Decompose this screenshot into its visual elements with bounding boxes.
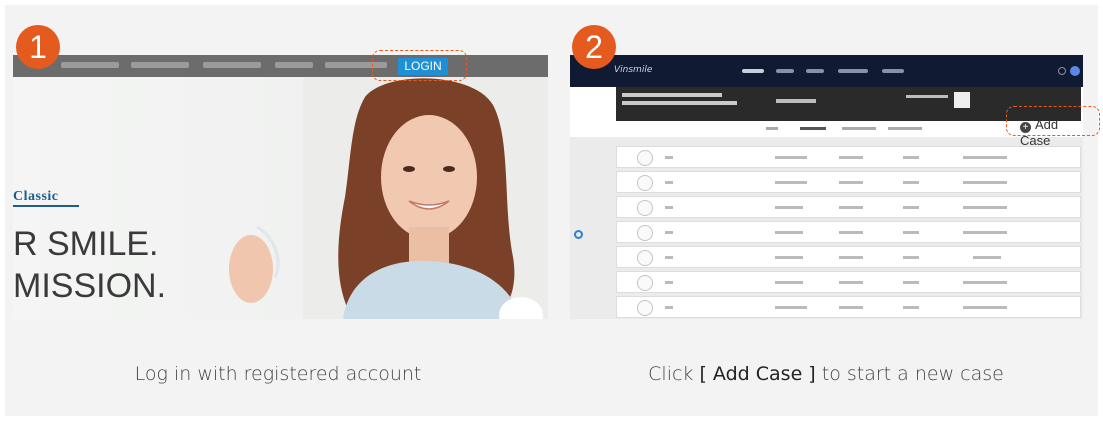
cell-placeholder: [775, 231, 803, 234]
cell-placeholder: [963, 206, 1007, 209]
cell-placeholder: [839, 231, 863, 234]
patient-avatar-icon: [637, 225, 653, 241]
banner-text-placeholder: [622, 93, 722, 97]
cell-placeholder: [963, 281, 1007, 284]
cell-placeholder: [903, 156, 919, 159]
cell-placeholder: [775, 156, 807, 159]
cell-placeholder: [903, 256, 919, 259]
cell-placeholder: [665, 306, 673, 309]
cell-placeholder: [963, 156, 1007, 159]
patient-avatar-icon: [637, 250, 653, 266]
cell-placeholder: [903, 181, 919, 184]
cell-placeholder: [963, 231, 1007, 234]
hero-headline-line2: MISSION.: [13, 267, 167, 305]
table-row[interactable]: [616, 296, 1081, 318]
tab-placeholder-active[interactable]: [800, 127, 826, 130]
app-navbar: Vinsmile: [570, 55, 1083, 87]
table-row[interactable]: [616, 196, 1081, 218]
cell-placeholder: [839, 306, 863, 309]
caption-highlight: [ Add Case ]: [699, 363, 816, 385]
patient-avatar-icon: [637, 150, 653, 166]
cell-placeholder: [665, 231, 673, 234]
hero-headline-line1: R SMILE.: [13, 225, 159, 263]
nav-item-placeholder[interactable]: [742, 69, 764, 73]
cell-placeholder: [839, 181, 863, 184]
table-row[interactable]: [616, 221, 1081, 243]
patient-avatar-icon: [637, 275, 653, 291]
cell-placeholder: [963, 181, 1007, 184]
cell-placeholder: [963, 306, 1007, 309]
cell-placeholder: [665, 156, 673, 159]
nav-item-placeholder: [203, 62, 261, 68]
nav-item-placeholder[interactable]: [776, 69, 794, 73]
step-number-badge: 2: [572, 25, 616, 69]
side-indicator-icon[interactable]: [574, 230, 583, 239]
patient-avatar-icon: [637, 200, 653, 216]
banner-text-placeholder: [622, 101, 737, 105]
cell-placeholder: [903, 281, 919, 284]
site-navbar: LOGIN: [13, 55, 548, 77]
tab-placeholder[interactable]: [842, 127, 876, 130]
tab-placeholder[interactable]: [766, 127, 778, 130]
cell-placeholder: [775, 256, 803, 259]
nav-item-placeholder[interactable]: [882, 69, 904, 73]
cell-placeholder: [903, 206, 919, 209]
cell-placeholder: [665, 181, 673, 184]
nav-item-placeholder[interactable]: [806, 69, 824, 73]
hero-banner: Classic R SMILE. MISSION. >: [13, 77, 548, 319]
cell-placeholder: [775, 281, 803, 284]
avatar[interactable]: [1070, 66, 1080, 76]
app-logo: Vinsmile: [614, 65, 653, 75]
caption-text: to start a new case: [815, 363, 1004, 385]
cell-placeholder: [973, 256, 1001, 259]
cell-placeholder: [665, 206, 673, 209]
cell-placeholder: [839, 256, 863, 259]
nav-item-placeholder: [61, 62, 119, 68]
tab-placeholder[interactable]: [888, 127, 922, 130]
banner-text-placeholder: [906, 95, 948, 98]
table-row[interactable]: [616, 171, 1081, 193]
cell-placeholder: [839, 156, 863, 159]
login-highlight-outline: [372, 50, 467, 81]
patient-avatar-icon: [637, 300, 653, 316]
patient-avatar-icon: [637, 175, 653, 191]
table-row[interactable]: [616, 246, 1081, 268]
cell-placeholder: [665, 256, 673, 259]
cell-placeholder: [775, 306, 807, 309]
brand-tagline: Classic: [13, 189, 59, 204]
nav-item-placeholder: [275, 62, 313, 68]
cell-placeholder: [775, 206, 803, 209]
table-row[interactable]: [616, 146, 1081, 168]
cell-placeholder: [903, 306, 919, 309]
add-case-highlight-outline: [1006, 106, 1100, 136]
qr-code-icon: [954, 92, 970, 108]
nav-item-placeholder: [131, 62, 189, 68]
case-list-screenshot: Vinsmile + Add Case: [570, 55, 1083, 319]
step-caption: Log in with registered account: [134, 363, 422, 385]
caption-text: Click: [648, 363, 700, 385]
search-icon[interactable]: [1058, 67, 1066, 75]
cell-placeholder: [775, 181, 807, 184]
cell-placeholder: [903, 231, 919, 234]
banner-text-placeholder: [776, 99, 816, 103]
step-caption: Click [ Add Case ] to start a new case: [553, 363, 1099, 385]
nav-item-placeholder[interactable]: [838, 69, 868, 73]
cell-placeholder: [665, 281, 673, 284]
brand-underline: [13, 205, 79, 207]
table-row[interactable]: [616, 271, 1081, 293]
cell-placeholder: [839, 206, 863, 209]
instruction-panel: 1 LOGIN Classic R SMILE. MISSION. 2 Vins…: [5, 5, 1100, 416]
cell-placeholder: [839, 281, 863, 284]
login-page-screenshot: LOGIN Classic R SMILE. MISSION.: [13, 55, 548, 319]
step-number-badge: 1: [16, 25, 60, 69]
